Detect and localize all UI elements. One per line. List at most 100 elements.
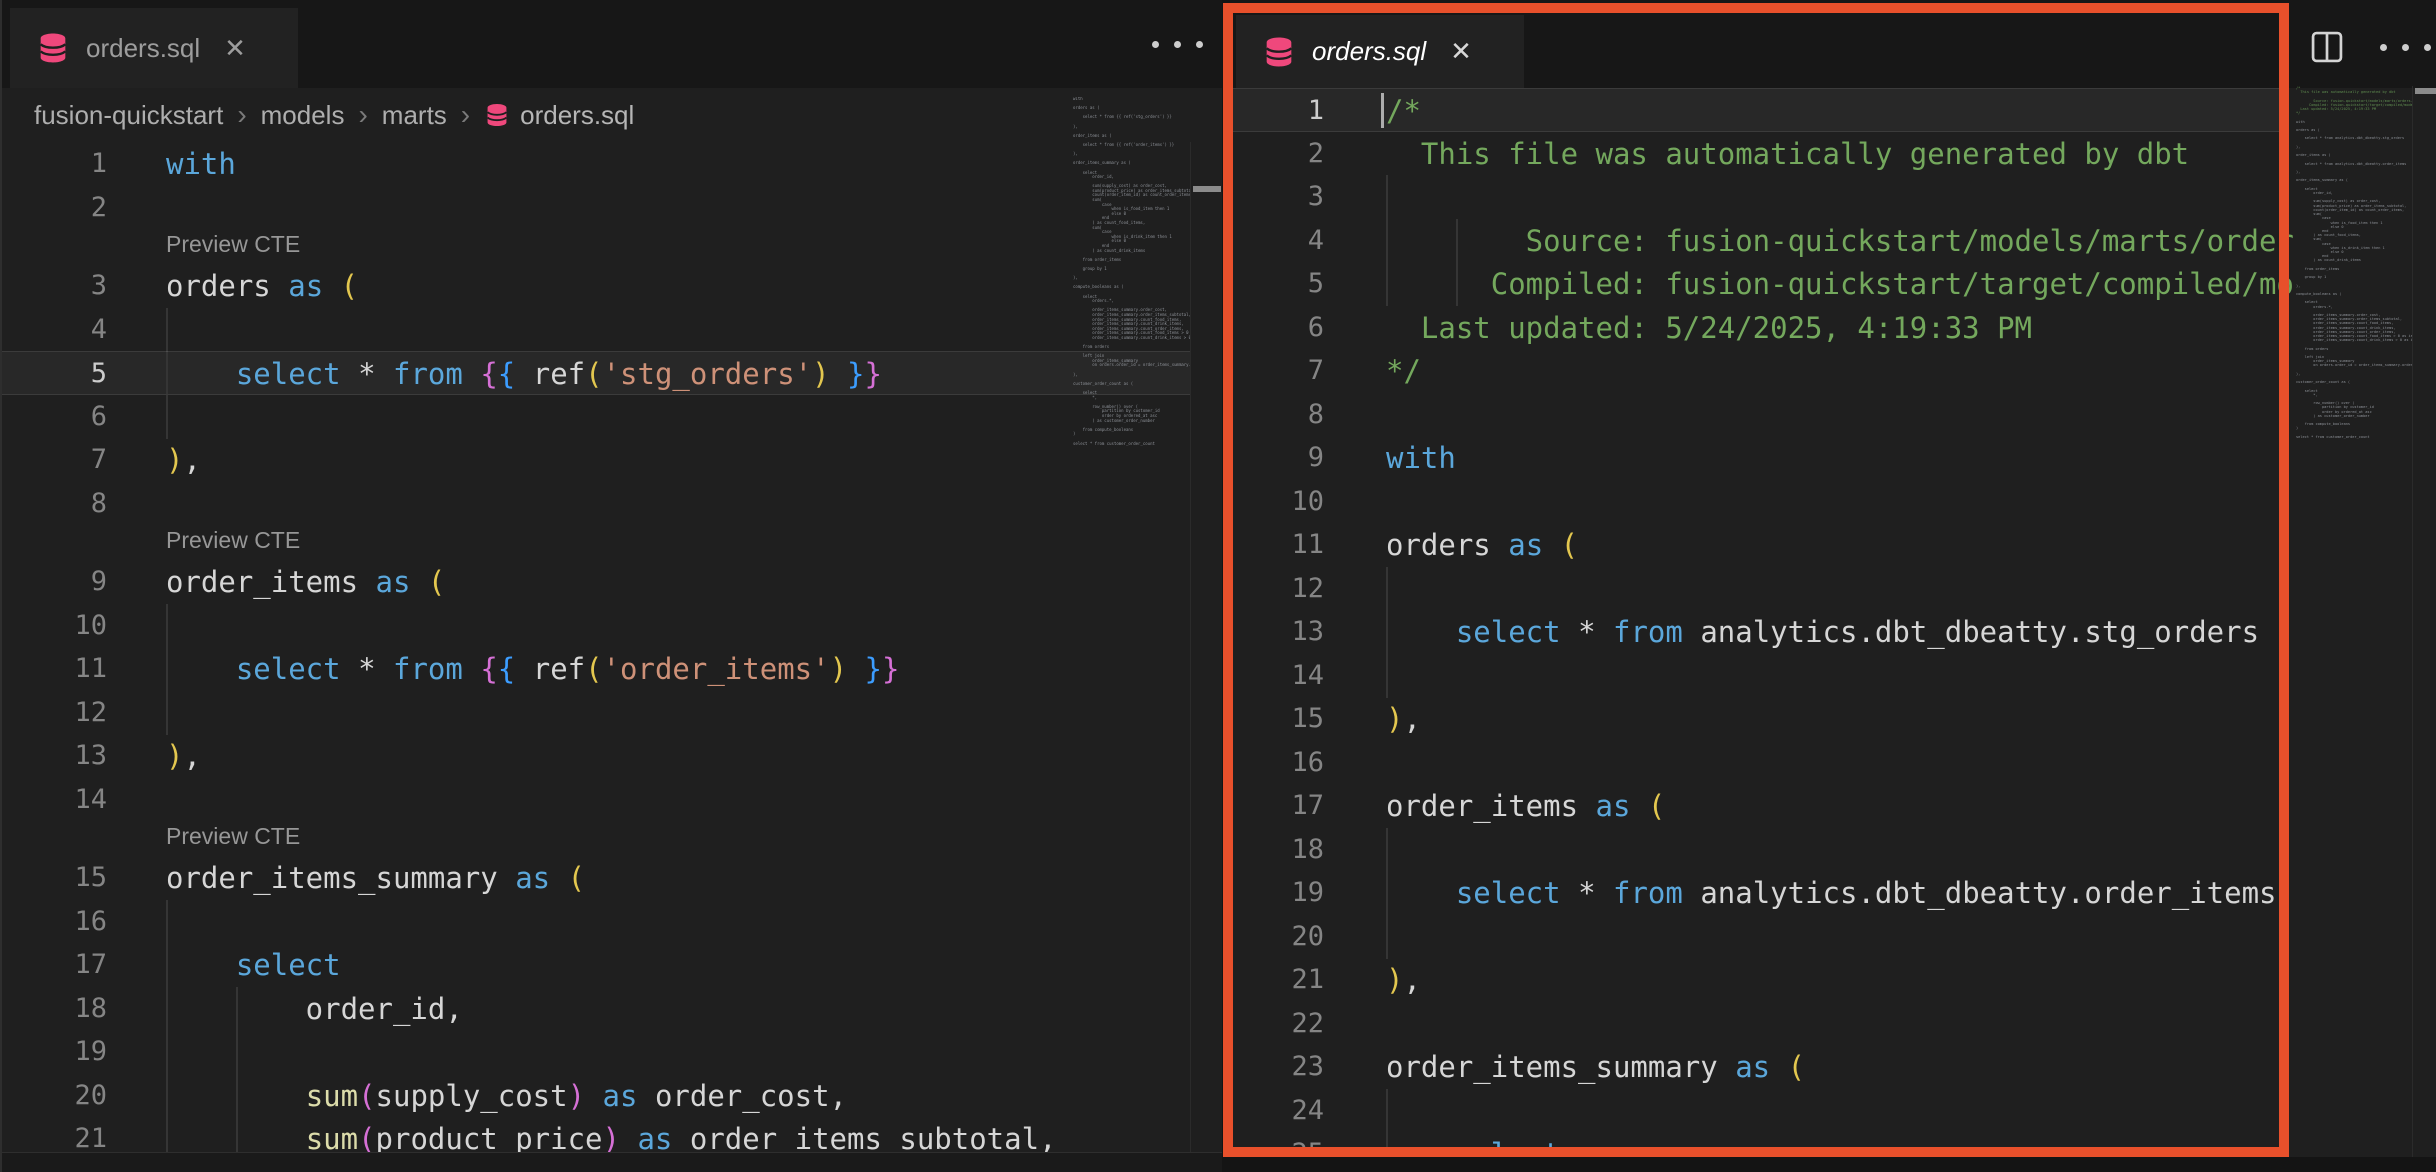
line-number: 7 (2, 438, 107, 482)
code-line[interactable]: 19 (2, 1030, 1190, 1074)
code-line[interactable]: 13 select * from analytics.dbt_dbeatty.s… (1230, 610, 2287, 654)
code-text: Last updated: 5/24/2025, 4:19:33 PM (1386, 306, 2032, 350)
code-line[interactable]: 12 (2, 691, 1190, 735)
line-number: 11 (2, 647, 107, 691)
code-line[interactable]: 17 order_items as ( (1230, 784, 2287, 828)
code-line[interactable]: 9with (1230, 436, 2287, 480)
code-line[interactable]: 12 (1230, 567, 2287, 611)
cursor-position-marker (1193, 186, 1221, 192)
code-line[interactable]: 25 select (1230, 1132, 2287, 1157)
code-text: ), (1386, 958, 1421, 1002)
line-number: 25 (1230, 1132, 1324, 1157)
code-line[interactable]: 18 order_id, (2, 987, 1190, 1031)
line-number: 4 (2, 308, 107, 352)
code-line[interactable]: 1with (2, 142, 1190, 186)
overview-ruler-right[interactable] (2412, 86, 2436, 1157)
code-line[interactable]: 4 Source: fusion-quickstart/models/marts… (1230, 219, 2287, 263)
code-line[interactable]: 16 (1230, 741, 2287, 785)
code-line[interactable]: 14 (2, 778, 1190, 822)
code-line[interactable]: 20 (1230, 915, 2287, 959)
code-line[interactable]: 5 Compiled: fusion-quickstart/target/com… (1230, 262, 2287, 306)
minimap-right[interactable]: /* This file was automatically generated… (2292, 86, 2412, 686)
code-line[interactable]: 10 (2, 604, 1190, 648)
line-number: 8 (1230, 393, 1324, 437)
line-number: 17 (1230, 784, 1324, 828)
indent-guide (166, 395, 168, 439)
line-number: 19 (2, 1030, 107, 1074)
code-text: ), (166, 438, 201, 482)
indent-guide (1386, 654, 1388, 698)
line-number: 11 (1230, 523, 1324, 567)
indent-guide (166, 308, 168, 352)
code-line[interactable]: 11 select * from {{ ref('order_items') }… (2, 647, 1190, 691)
code-line[interactable]: 1 /* (1230, 88, 2287, 132)
code-line[interactable]: 3 (1230, 175, 2287, 219)
code-text: select * from {{ ref('stg_orders') }} (166, 352, 882, 396)
code-line[interactable]: 10 (1230, 480, 2287, 524)
indent-guide (1386, 175, 1388, 219)
code-line[interactable]: 20 sum(supply_cost) as order_cost, (2, 1074, 1190, 1118)
code-text: order_items_summary as ( (166, 856, 585, 900)
code-line[interactable]: 9order_items as ( (2, 560, 1190, 604)
line-number: 18 (1230, 828, 1324, 872)
code-text: order_id, (166, 987, 463, 1031)
overview-ruler-left[interactable] (1190, 142, 1222, 1172)
code-text: ), (166, 734, 201, 778)
line-number: 19 (1230, 871, 1324, 915)
code-text: select (1386, 1132, 1561, 1157)
code-line[interactable]: 8 (2, 482, 1190, 526)
code-text: select (166, 943, 341, 987)
line-number: 20 (2, 1074, 107, 1118)
code-line[interactable]: 7), (2, 438, 1190, 482)
code-text: orders as ( (1386, 523, 1578, 567)
indent-guide (1386, 1089, 1388, 1133)
code-line[interactable]: 2 (2, 186, 1190, 230)
code-line[interactable]: 21), (1230, 958, 2287, 1002)
code-line[interactable]: 6 (2, 395, 1190, 439)
code-line[interactable]: 15order_items_summary as ( (2, 856, 1190, 900)
code-line[interactable]: 22 (1230, 1002, 2287, 1046)
code-text: order_items as ( (1386, 784, 1665, 828)
line-number: 10 (2, 604, 107, 648)
code-line[interactable]: 6 Last updated: 5/24/2025, 4:19:33 PM (1230, 306, 2287, 350)
code-text: order_items_summary as ( (1386, 1045, 1805, 1089)
code-line[interactable]: 11 orders as ( (1230, 523, 2287, 567)
codelens-preview-cte[interactable]: Preview CTE (166, 527, 300, 554)
code-text: select * from analytics.dbt_dbeatty.orde… (1386, 871, 2277, 915)
code-line[interactable]: 18 (1230, 828, 2287, 872)
line-number: 21 (1230, 958, 1324, 1002)
code-line[interactable]: 7*/ (1230, 349, 2287, 393)
code-line[interactable]: 24 (1230, 1089, 2287, 1133)
indent-guide (166, 1030, 168, 1074)
code-line[interactable]: 19 select * from analytics.dbt_dbeatty.o… (1230, 871, 2287, 915)
codelens-preview-cte[interactable]: Preview CTE (166, 231, 300, 258)
indent-guide (1386, 567, 1388, 611)
code-line[interactable]: 23order_items_summary as ( (1230, 1045, 2287, 1089)
code-area-left[interactable]: 1with2Preview CTE3orders as (45 select *… (2, 0, 1222, 1172)
line-number: 9 (1230, 436, 1324, 480)
code-text: /* (1386, 89, 1421, 133)
code-area-right[interactable]: 1 /*2 This file was automatically generat… (1230, 0, 2436, 1157)
line-number: 1 (1230, 89, 1324, 133)
code-line[interactable]: 2 This file was automatically generated … (1230, 132, 2287, 176)
code-line[interactable]: 15), (1230, 697, 2287, 741)
codelens-preview-cte[interactable]: Preview CTE (166, 823, 300, 850)
line-number: 14 (1230, 654, 1324, 698)
line-number: 3 (2, 264, 107, 308)
code-text: Compiled: fusion-quickstart/target/compi… (1386, 262, 2294, 306)
horizontal-scrollbar-track[interactable] (2, 1152, 1222, 1172)
line-number: 6 (2, 395, 107, 439)
code-line[interactable]: 16 (2, 900, 1190, 944)
line-number: 1 (2, 142, 107, 186)
line-number: 5 (1230, 262, 1324, 306)
code-line[interactable]: 8 (1230, 393, 2287, 437)
code-line[interactable]: 3orders as ( (2, 264, 1190, 308)
cursor-position-marker (2415, 88, 2436, 94)
code-line[interactable]: 5 select * from {{ ref('stg_orders') }} (2, 351, 1190, 395)
code-line[interactable]: 14 (1230, 654, 2287, 698)
minimap-left[interactable]: with orders as ( select * from {{ ref('s… (1068, 97, 1190, 777)
code-line[interactable]: 13), (2, 734, 1190, 778)
code-line[interactable]: 17 select (2, 943, 1190, 987)
line-number: 17 (2, 943, 107, 987)
code-line[interactable]: 4 (2, 308, 1190, 352)
